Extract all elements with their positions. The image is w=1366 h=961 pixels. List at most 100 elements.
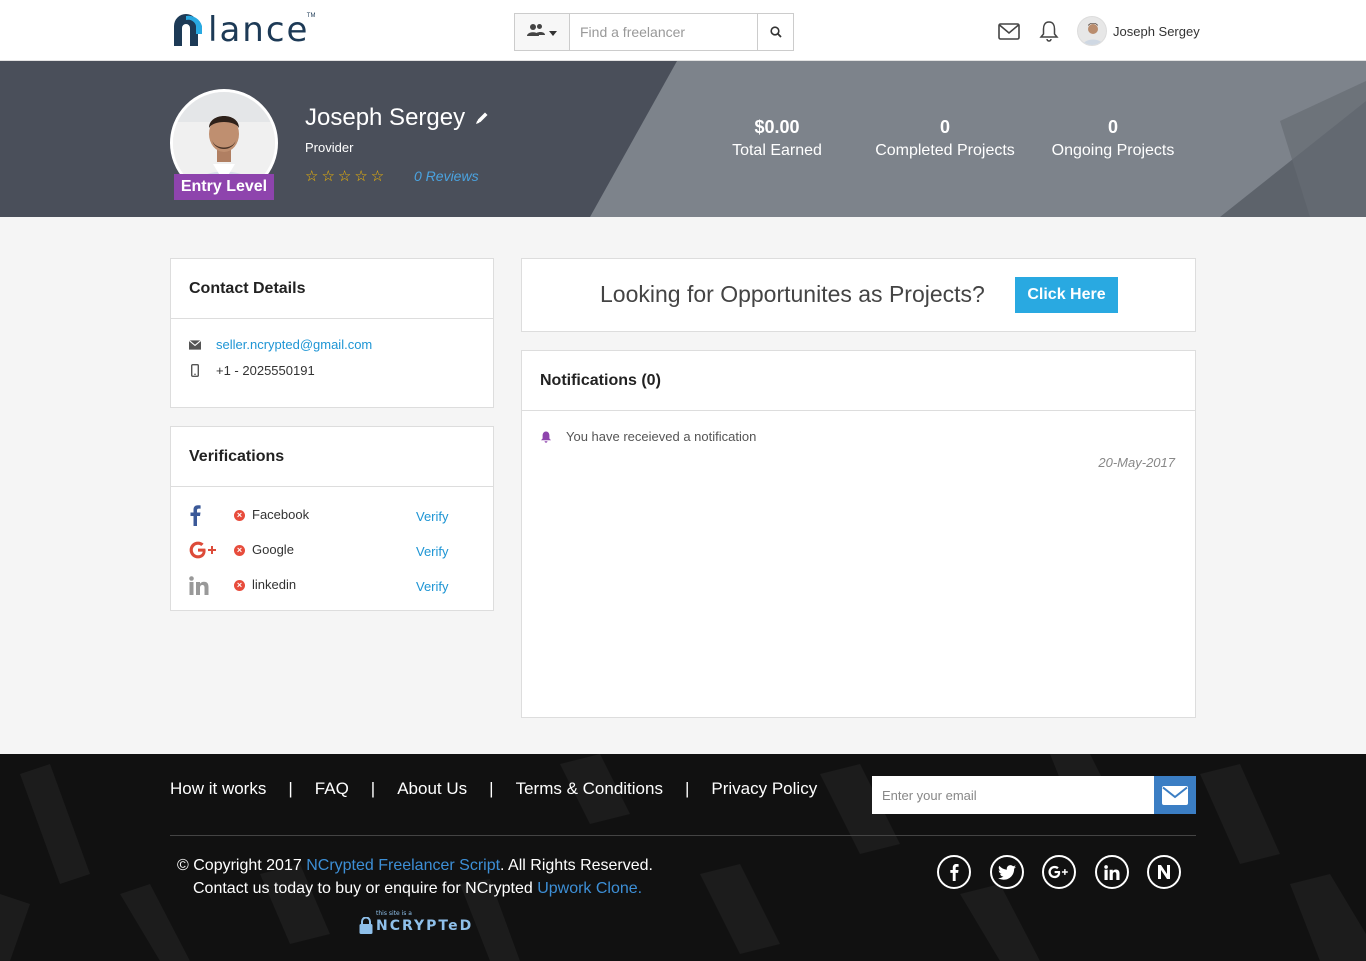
social-google-plus-button[interactable] [1042, 855, 1076, 889]
google-plus-icon [189, 537, 221, 563]
verifications-card: Verifications × Facebook Verify × Google… [170, 426, 494, 611]
footer-separator: | [370, 779, 376, 798]
contact-email-row: seller.ncrypted@gmail.com [189, 337, 372, 352]
envelope-icon [189, 339, 201, 350]
verification-name: Facebook [252, 507, 310, 522]
social-twitter-button[interactable] [990, 855, 1024, 889]
footer-link-privacy[interactable]: Privacy Policy [711, 779, 817, 799]
contact-details-card: Contact Details seller.ncrypted@gmail.co… [170, 258, 494, 408]
contact-prefix: Contact us today to buy or enquire for N… [193, 880, 538, 897]
user-name: Joseph Sergey [1113, 23, 1200, 39]
envelope-icon [998, 22, 1020, 40]
copyright-text: © Copyright 2017 NCrypted Freelancer Scr… [177, 857, 653, 875]
stat-value: 0 [1107, 117, 1118, 137]
verify-linkedin-link[interactable]: Verify [416, 579, 449, 594]
footer-link-terms[interactable]: Terms & Conditions [516, 779, 663, 799]
pencil-icon [476, 112, 488, 124]
footer-divider [170, 835, 1196, 836]
rating-stars: ☆☆☆☆☆ [305, 168, 388, 185]
mobile-icon [189, 364, 201, 377]
badge-caption: this site is a [376, 909, 412, 917]
footer: How it works | FAQ | About Us | Terms & … [0, 754, 1366, 961]
stat-ongoing-projects: 0 Ongoing Projects [1043, 117, 1183, 160]
nlance-logo[interactable]: lance TM [170, 10, 315, 50]
verifications-title: Verifications [171, 427, 493, 487]
top-navbar: lance TM Joseph Sergey [0, 0, 1366, 61]
edit-profile-button[interactable] [475, 104, 489, 132]
facebook-icon [189, 502, 221, 528]
ncrypted-badge[interactable]: this site is a NCRYPTeD [359, 910, 474, 934]
stat-completed-projects: 0 Completed Projects [870, 117, 1020, 160]
footer-links: How it works | FAQ | About Us | Terms & … [170, 779, 817, 799]
not-verified-icon: × [234, 545, 245, 556]
verify-facebook-link[interactable]: Verify [416, 509, 449, 524]
logo-trademark: TM [306, 13, 316, 19]
opportunities-text: Looking for Opportunites as Projects? [600, 281, 985, 307]
reviews-link[interactable]: 0 Reviews [414, 168, 479, 184]
copyright-prefix: © Copyright 2017 [177, 857, 307, 874]
stat-total-earned: $0.00 Total Earned [727, 117, 827, 160]
logo-text: lance [208, 10, 310, 50]
contact-email[interactable]: seller.ncrypted@gmail.com [216, 337, 372, 352]
logo-mark-icon [170, 12, 206, 48]
linkedin-icon [1104, 864, 1120, 880]
verification-name: linkedin [252, 577, 297, 592]
stat-label: Completed Projects [875, 142, 1015, 159]
ncrypted-icon [1158, 865, 1170, 879]
click-here-button[interactable]: Click Here [1015, 277, 1118, 313]
verification-row-linkedin: × linkedin Verify [189, 572, 489, 598]
contact-phone: +1 - 2025550191 [216, 363, 315, 378]
search-icon [769, 26, 782, 38]
facebook-icon [950, 863, 959, 881]
search-input[interactable] [570, 13, 758, 51]
stat-value: $0.00 [754, 117, 800, 137]
social-linkedin-button[interactable] [1095, 855, 1129, 889]
ncrypted-script-link[interactable]: NCrypted Freelancer Script [306, 857, 500, 874]
verify-google-link[interactable]: Verify [416, 544, 449, 559]
search-type-dropdown[interactable] [514, 13, 570, 51]
caret-down-icon [549, 23, 557, 41]
search-button[interactable] [758, 13, 794, 51]
footer-separator: | [684, 779, 690, 798]
opportunities-card: Looking for Opportunites as Projects? Cl… [521, 258, 1196, 332]
verification-row-facebook: × Facebook Verify [189, 502, 489, 528]
footer-separator: | [288, 779, 293, 798]
profile-banner: Entry Level Joseph Sergey Provider ☆☆☆☆☆… [0, 61, 1366, 217]
social-ncrypted-button[interactable] [1147, 855, 1181, 889]
footer-link-faq[interactable]: FAQ [315, 779, 349, 799]
newsletter-email-input[interactable] [872, 776, 1154, 814]
badge-text: NCRYPTeD [376, 917, 474, 934]
footer-link-how-it-works[interactable]: How it works [170, 779, 266, 799]
notification-item[interactable]: You have receieved a notification [540, 429, 756, 444]
newsletter-submit-button[interactable] [1154, 776, 1196, 814]
bell-icon [540, 431, 552, 443]
not-verified-icon: × [234, 580, 245, 591]
users-icon [527, 23, 545, 42]
contact-phone-row: +1 - 2025550191 [189, 363, 315, 378]
upwork-clone-link[interactable]: Upwork Clone. [537, 880, 642, 897]
search-bar [514, 13, 794, 51]
notifications-title: Notifications (0) [522, 351, 1195, 411]
messages-button[interactable] [997, 20, 1021, 42]
contact-us-text: Contact us today to buy or enquire for N… [193, 880, 642, 898]
verification-row-google: × Google Verify [189, 537, 489, 563]
verification-name: Google [252, 542, 294, 557]
bell-icon [1039, 21, 1059, 42]
profile-name: Joseph Sergey [305, 104, 466, 131]
lock-icon [359, 917, 373, 934]
footer-separator: | [489, 779, 494, 798]
social-facebook-button[interactable] [937, 855, 971, 889]
envelope-icon [1162, 785, 1188, 805]
google-plus-icon [1048, 865, 1068, 879]
footer-link-about-us[interactable]: About Us [397, 779, 467, 799]
level-badge: Entry Level [174, 174, 274, 200]
notifications-button[interactable] [1037, 20, 1061, 42]
contact-details-title: Contact Details [171, 259, 493, 319]
user-menu[interactable]: Joseph Sergey [1077, 16, 1200, 46]
notifications-card: Notifications (0) You have receieved a n… [521, 350, 1196, 718]
avatar [1077, 16, 1107, 46]
notification-text: You have receieved a notification [566, 429, 757, 444]
stat-value: 0 [939, 117, 950, 137]
stat-label: Ongoing Projects [1051, 142, 1175, 159]
copyright-suffix: . All Rights Reserved. [500, 857, 653, 874]
